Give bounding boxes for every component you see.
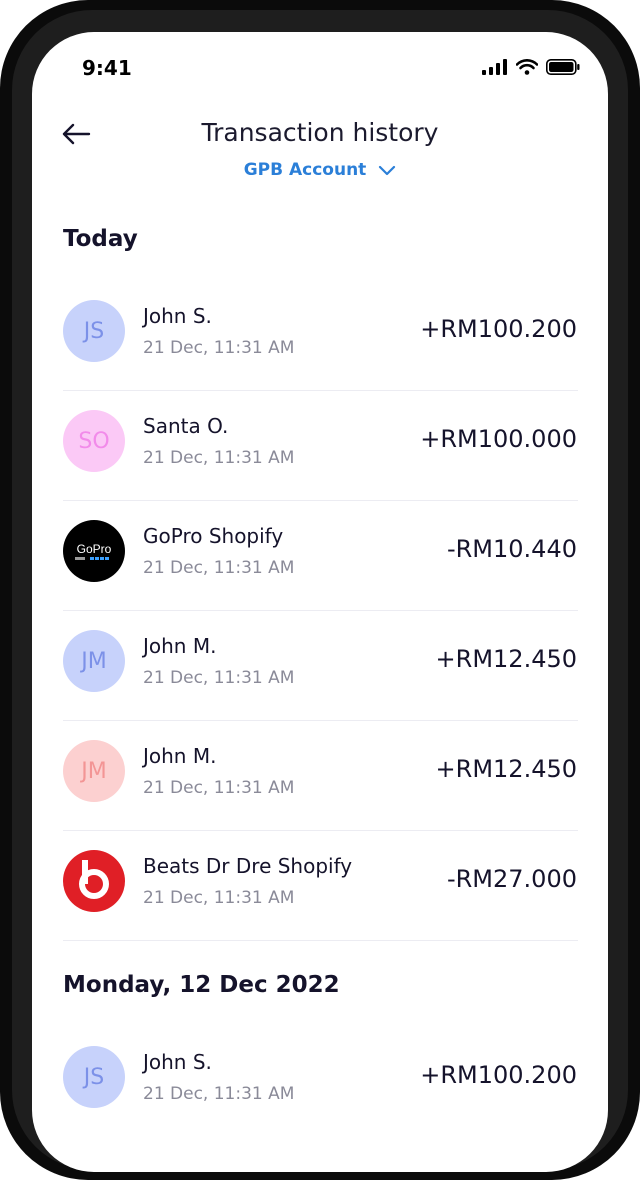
- transaction-row[interactable]: GoPro GoPro Shopify 21 Dec, 11:31 AM -RM…: [63, 500, 578, 611]
- transaction-date: 21 Dec, 11:31 AM: [143, 888, 295, 908]
- avatar: JS: [63, 1046, 125, 1108]
- transaction-amount: -RM27.000: [446, 865, 577, 893]
- phone-screen: 9:41 Transaction history GPB Account Tod…: [32, 32, 608, 1172]
- header: Transaction history GPB Account: [32, 104, 608, 204]
- transaction-amount: +RM12.450: [435, 755, 577, 783]
- transaction-date: 21 Dec, 11:31 AM: [143, 778, 295, 798]
- transaction-name: John S.: [143, 304, 212, 328]
- transaction-amount: +RM100.200: [420, 315, 577, 343]
- transaction-row[interactable]: SO Santa O. 21 Dec, 11:31 AM +RM100.000: [63, 390, 578, 501]
- transaction-name: Beats Dr Dre Shopify: [143, 854, 353, 878]
- beats-logo-graphic: [79, 860, 109, 899]
- transaction-date: 21 Dec, 11:31 AM: [143, 668, 295, 688]
- account-selector[interactable]: GPB Account: [32, 160, 608, 180]
- section-title-today: Today: [63, 226, 138, 252]
- battery-icon: [546, 59, 580, 75]
- transaction-amount: +RM100.000: [420, 425, 577, 453]
- status-bar: 9:41: [32, 32, 608, 104]
- page-title: Transaction history: [201, 118, 439, 147]
- gopro-logo: GoPro: [63, 520, 125, 582]
- transaction-date: 21 Dec, 11:31 AM: [143, 1084, 295, 1104]
- transaction-row[interactable]: JM John M. 21 Dec, 11:31 AM +RM12.450: [63, 610, 578, 721]
- wifi-icon: [516, 59, 538, 75]
- avatar: SO: [63, 410, 125, 472]
- transaction-name: GoPro Shopify: [143, 524, 284, 548]
- transaction-row[interactable]: JS John S. 21 Dec, 11:31 AM +RM100.200: [63, 280, 578, 391]
- avatar-initials: SO: [78, 428, 110, 454]
- transaction-name: John M.: [143, 634, 217, 658]
- avatar: JM: [63, 740, 125, 802]
- status-time: 9:41: [82, 56, 132, 80]
- transaction-row[interactable]: Beats Dr Dre Shopify 21 Dec, 11:31 AM -R…: [63, 830, 578, 941]
- avatar-initials: JM: [81, 648, 107, 674]
- transaction-name: Santa O.: [143, 414, 229, 438]
- transaction-name: John M.: [143, 744, 217, 768]
- status-icons: [482, 58, 580, 76]
- avatar-initials: JS: [83, 1064, 105, 1090]
- transaction-amount: -RM10.440: [446, 535, 577, 563]
- avatar-initials: JS: [83, 318, 105, 344]
- avatar: JM: [63, 630, 125, 692]
- account-label: GPB Account: [243, 160, 367, 180]
- transaction-date: 21 Dec, 11:31 AM: [143, 448, 295, 468]
- gopro-logo-text: GoPro: [77, 542, 112, 556]
- transaction-date: 21 Dec, 11:31 AM: [143, 338, 295, 358]
- avatar-initials: JM: [81, 758, 107, 784]
- gopro-logo-graphic: GoPro: [75, 542, 112, 560]
- section-title-date: Monday, 12 Dec 2022: [63, 972, 340, 998]
- transaction-amount: +RM100.200: [420, 1061, 577, 1089]
- signal-icon: [482, 59, 507, 75]
- avatar: JS: [63, 300, 125, 362]
- chevron-down-icon: [379, 165, 396, 176]
- beats-logo: [63, 850, 125, 912]
- transaction-name: John S.: [143, 1050, 212, 1074]
- transaction-date: 21 Dec, 11:31 AM: [143, 558, 295, 578]
- transaction-row[interactable]: JM John M. 21 Dec, 11:31 AM +RM12.450: [63, 720, 578, 831]
- transaction-row[interactable]: JS John S. 21 Dec, 11:31 AM +RM100.200: [63, 1026, 578, 1136]
- transaction-amount: +RM12.450: [435, 645, 577, 673]
